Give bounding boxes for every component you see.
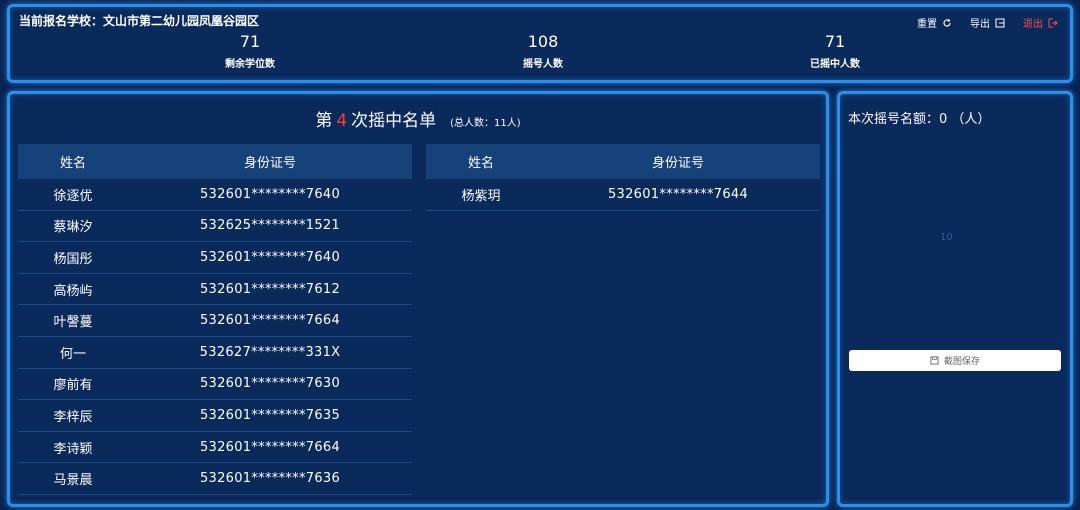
header-actions: 重置 导出 退出 <box>917 15 1058 30</box>
stat-value: 71 <box>239 32 261 51</box>
quota-mark: 10 <box>940 232 953 243</box>
school-label: 当前报名学校： <box>19 14 104 28</box>
header-panel: 当前报名学校：文山市第二幼儿园凤凰谷园区 重置 导出 退出 71 剩余学位数 1… <box>7 4 1073 83</box>
table-row: 廖前有 532601********7630 <box>18 369 412 401</box>
row-name: 李梓辰 <box>53 409 93 425</box>
refresh-icon <box>943 18 951 27</box>
list-title: 第 4 次摇中名单 (总人数：11人) <box>10 106 826 131</box>
row-id-number: 532601********7664 <box>199 313 341 329</box>
table-header: 姓名 身份证号 <box>426 144 820 179</box>
row-id-number: 532627********331X <box>199 344 341 360</box>
row-id-number: 532601********7644 <box>607 186 749 202</box>
column-id: 身份证号 <box>243 156 296 171</box>
row-name: 李诗颖 <box>53 441 93 457</box>
row-id-number: 532601********7630 <box>199 376 341 392</box>
column-id: 身份证号 <box>651 156 704 171</box>
reset-button[interactable]: 重置 <box>917 15 952 30</box>
school-name: 文山市第二幼儿园凤凰谷园区 <box>103 14 260 28</box>
logout-label: 退出 <box>1023 19 1043 30</box>
stat-lottery-count: 108 摇号人数 <box>483 32 603 71</box>
table-row: 徐逐优 532601********7640 <box>18 179 412 211</box>
row-name: 杨紫玥 <box>461 188 501 204</box>
winner-table-right: 姓名 身份证号 杨紫玥 532601********7644 <box>426 144 820 211</box>
save-label: 截图保存 <box>943 357 980 367</box>
reset-label: 重置 <box>917 19 937 30</box>
row-id-number: 532601********7636 <box>199 471 341 487</box>
row-id-number: 532601********7640 <box>199 186 341 202</box>
row-id-number: 532601********7664 <box>199 439 341 455</box>
table-row: 马景晨 532601********7636 <box>18 463 412 495</box>
table-row: 杨紫玥 532601********7644 <box>426 179 820 211</box>
total-count: (总人数：11人) <box>450 117 521 129</box>
table-row: 高杨屿 532601********7612 <box>18 274 412 306</box>
screenshot-save-button[interactable]: 截图保存 <box>849 350 1061 371</box>
export-label: 导出 <box>970 19 990 30</box>
column-name: 姓名 <box>59 156 86 171</box>
row-name: 高杨屿 <box>53 283 93 299</box>
winner-table-left: 姓名 身份证号 徐逐优 532601********7640 蔡琳汐 532625**… <box>18 144 412 495</box>
row-id-number: 532625********1521 <box>199 218 341 234</box>
save-icon <box>930 356 939 365</box>
stat-label: 已摇中人数 <box>810 59 860 70</box>
row-name: 何一 <box>59 346 86 362</box>
round-number: 4 <box>336 111 348 131</box>
row-name: 徐逐优 <box>53 188 93 204</box>
row-name: 马景晨 <box>53 473 93 489</box>
column-name: 姓名 <box>467 156 494 171</box>
table-body: 徐逐优 532601********7640 蔡琳汐 532625********15… <box>18 179 412 495</box>
stat-selected-count: 71 已摇中人数 <box>775 32 895 71</box>
row-name: 蔡琳汐 <box>53 220 93 236</box>
quota-panel: 本次摇号名额：0 （人） 10 截图保存 <box>837 91 1073 507</box>
row-id-number: 532601********7635 <box>199 407 341 423</box>
stat-remaining-seats: 71 剩余学位数 <box>190 32 310 71</box>
table-row: 李诗颖 532601********7664 <box>18 432 412 464</box>
title-suffix: 次摇中名单 <box>351 111 437 131</box>
row-name: 杨国彤 <box>53 251 93 267</box>
stat-label: 剩余学位数 <box>225 59 275 70</box>
stat-value: 108 <box>527 32 559 51</box>
table-row: 何一 532627********331X <box>18 337 412 369</box>
row-id-number: 532601********7640 <box>199 249 341 265</box>
logout-icon <box>1048 18 1058 27</box>
export-button[interactable]: 导出 <box>970 15 1005 30</box>
quota-label: 本次摇号名额：0 （人） <box>848 112 991 127</box>
table-body: 杨紫玥 532601********7644 <box>426 179 820 211</box>
logout-button[interactable]: 退出 <box>1023 15 1058 30</box>
row-name: 叶謦蔓 <box>53 315 93 331</box>
row-name: 廖前有 <box>53 378 93 394</box>
table-row: 杨国彤 532601********7640 <box>18 242 412 274</box>
winner-list-panel: 第 4 次摇中名单 (总人数：11人) 姓名 身份证号 徐逐优 532601******… <box>7 91 829 507</box>
stat-label: 摇号人数 <box>523 59 563 70</box>
current-school: 当前报名学校：文山市第二幼儿园凤凰谷园区 <box>19 12 259 29</box>
table-header: 姓名 身份证号 <box>18 144 412 179</box>
row-id-number: 532601********7612 <box>199 281 341 297</box>
table-row: 李梓辰 532601********7635 <box>18 400 412 432</box>
export-icon <box>995 18 1005 27</box>
title-prefix: 第 <box>315 111 333 131</box>
table-row: 蔡琳汐 532625********1521 <box>18 211 412 243</box>
table-row: 叶謦蔓 532601********7664 <box>18 305 412 337</box>
stat-value: 71 <box>824 32 846 51</box>
